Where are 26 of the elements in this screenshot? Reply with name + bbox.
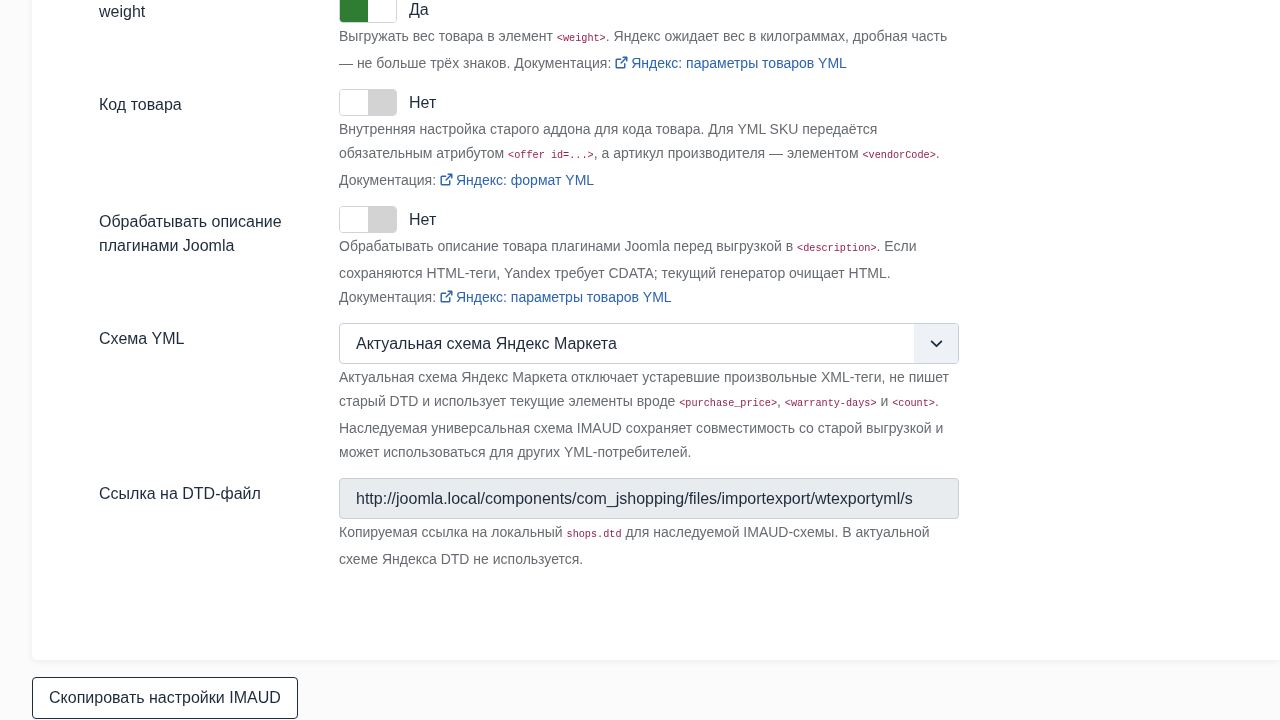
help-text: Обрабатывать описание товара плагинами Joomla перед выгрузкой в <description>. Если сохраняются HTML-теги, Yandex требует CDATA; текущий генератор очищает HTML. Документация: Яндекс: параметры товаров YML [339,237,918,307]
external-link-icon [439,173,453,186]
select-field[interactable]: Актуальная схема Яндекс Маркета [339,323,959,364]
copy-settings-button[interactable]: Скопировать настройки IMAUD [32,677,298,719]
help-text: Выгружать вес товара в элемент <weight>. Яндекс ожидает вес в килограммах, дробная часть — не больше трёх знаков. Документация: Яндекс: параметры товаров YML [339,27,949,73]
setting-label: Обрабатывать описание плагинами Joomla [99,212,283,256]
setting-label: Код товара [99,95,183,115]
toggle-switch[interactable] [339,89,397,116]
chevron-down-icon [929,339,943,348]
toggle-state-text: Да [409,0,429,20]
setting-label: weight [99,2,147,22]
setting-label: Ссылка на DTD-файл [99,484,262,504]
help-text: Копируемая ссылка на локальный shops.dtd для наследуемой IMAUD-схемы. В актуальной схеме Яндекса DTD не используется. [339,523,931,569]
documentation-link[interactable]: Яндекс: параметры товаров YML [615,55,847,71]
help-text: Актуальная схема Яндекс Маркета отключает устаревшие произвольные XML-теги, не пишет старый DTD и использует текущие элементы вроде <purchase_price>, <warranty-days> и <count>. Наследуемая универсальная схема IMAUD сохраняет совместимость со старой выгрузкой и может использоваться для других YML-потребителей. [339,368,950,462]
documentation-link[interactable]: Яндекс: формат YML [439,172,595,188]
setting-label: Схема YML [99,329,186,349]
toggle-switch[interactable] [339,206,397,233]
toggle-state-text: Нет [409,92,437,113]
help-text: Внутренняя настройка старого аддона для кода товара. Для YML SKU передаётся обязательным атрибутом <offer id=...>, а артикул производителя — элементом <vendorCode>. Документация: Яндекс: формат YML [339,120,941,190]
toggle-state-text: Нет [409,209,437,230]
toggle-switch[interactable] [339,0,397,23]
url-field[interactable]: http://joomla.local/components/com_jshopping/files/importexport/wtexportyml/s [339,478,959,519]
documentation-link[interactable]: Яндекс: параметры товаров YML [439,289,672,305]
external-link-icon [439,290,453,303]
external-link-icon [615,56,629,69]
